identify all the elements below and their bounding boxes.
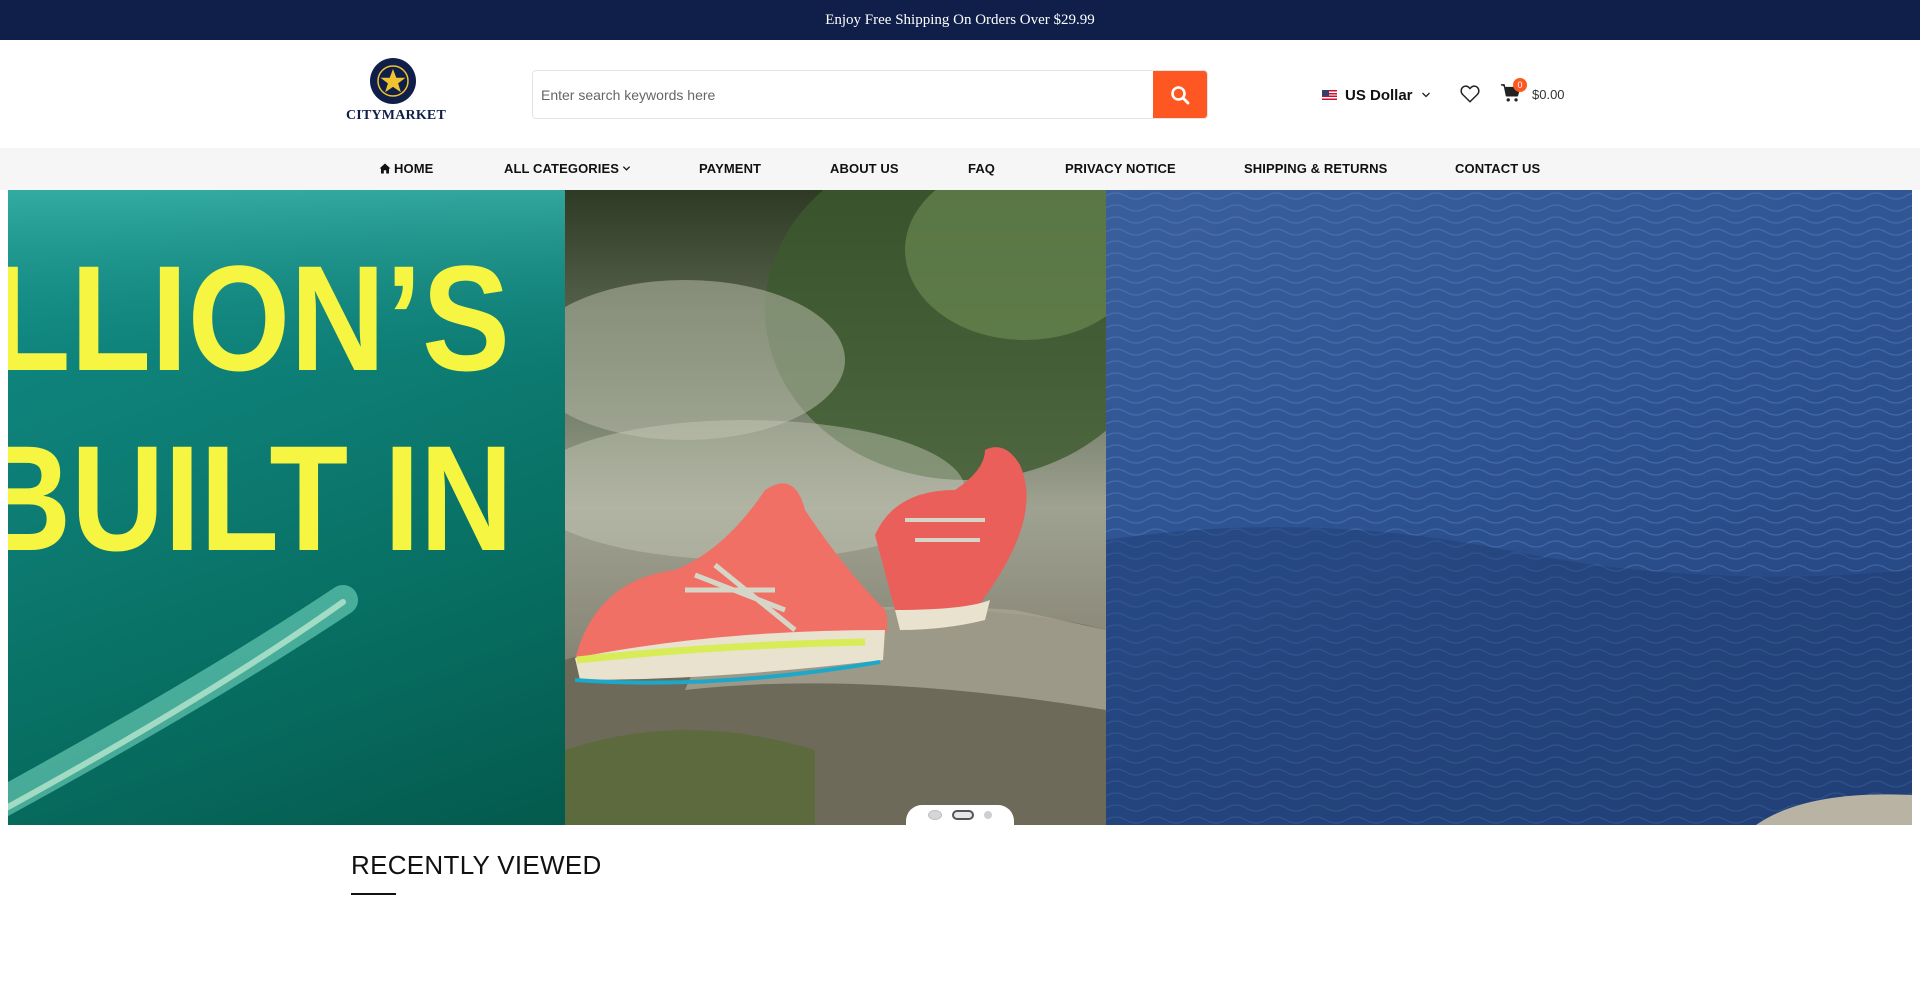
nav-about-us-label: ABOUT US: [830, 161, 899, 176]
hero-panel-water-text: LLION’S BUILT IN: [8, 190, 565, 825]
home-icon: [379, 163, 391, 174]
announcement-bar: Enjoy Free Shipping On Orders Over $29.9…: [0, 0, 1920, 40]
nav-faq-label: FAQ: [968, 161, 996, 176]
cart-total[interactable]: $0.00: [1532, 87, 1565, 102]
chevron-down-icon: [622, 166, 631, 171]
hero-slide-text-line2: BUILT IN: [8, 414, 513, 582]
star-logo-icon: [370, 58, 416, 104]
nav-contact-us-label: CONTACT US: [1455, 161, 1541, 176]
nav-payment-label: PAYMENT: [699, 161, 762, 176]
nav-shipping-returns[interactable]: SHIPPING & RETURNS: [1244, 161, 1387, 176]
cart-count-badge: 0: [1513, 78, 1527, 92]
nav-shipping-returns-label: SHIPPING & RETURNS: [1244, 161, 1388, 176]
slider-pagination: [906, 805, 1014, 825]
logo-wordmark: CITYMARKET: [345, 108, 446, 123]
currency-selector[interactable]: US Dollar: [1322, 84, 1431, 106]
heading-underline: [351, 893, 396, 895]
chevron-down-icon: [1421, 92, 1430, 98]
slider-dot-2[interactable]: [952, 810, 974, 820]
search-icon: [1171, 85, 1190, 104]
slider-dot-1[interactable]: [928, 810, 942, 820]
hero-slide-text-line1: LLION’S: [8, 234, 510, 402]
nav-home[interactable]: HOME: [379, 161, 433, 176]
nav-all-categories-label: ALL CATEGORIES: [504, 161, 620, 176]
nav-about-us[interactable]: ABOUT US: [830, 161, 899, 176]
nav-privacy-notice[interactable]: PRIVACY NOTICE: [1065, 161, 1176, 176]
search-input[interactable]: [533, 71, 1155, 118]
currency-label: US Dollar: [1345, 86, 1413, 104]
hero-slider[interactable]: LLION’S BUILT IN: [8, 190, 1912, 825]
nav-privacy-notice-label: PRIVACY NOTICE: [1065, 161, 1176, 176]
us-flag-icon: [1322, 90, 1337, 100]
nav-contact-us[interactable]: CONTACT US: [1455, 161, 1540, 176]
hero-panel-shoes: [565, 190, 1106, 825]
wishlist-heart-icon[interactable]: [1459, 83, 1481, 105]
recently-viewed-heading: RECENTLY VIEWED: [351, 850, 602, 880]
search-button[interactable]: [1153, 71, 1207, 118]
main-nav: HOME ALL CATEGORIES PAYMENT ABOUT US FAQ…: [0, 148, 1920, 190]
nav-home-label: HOME: [394, 161, 434, 176]
site-header: CITYMARKET US Dollar 0 $0.00: [0, 40, 1920, 148]
slider-dot-3[interactable]: [984, 811, 992, 819]
nav-all-categories[interactable]: ALL CATEGORIES: [504, 161, 631, 176]
nav-payment[interactable]: PAYMENT: [699, 161, 761, 176]
logo[interactable]: CITYMARKET: [345, 58, 447, 130]
nav-faq[interactable]: FAQ: [968, 161, 995, 176]
announcement-text: Enjoy Free Shipping On Orders Over $29.9…: [825, 11, 1095, 28]
hero-panel-blue-water: [1106, 190, 1912, 825]
search-bar: [532, 70, 1208, 119]
